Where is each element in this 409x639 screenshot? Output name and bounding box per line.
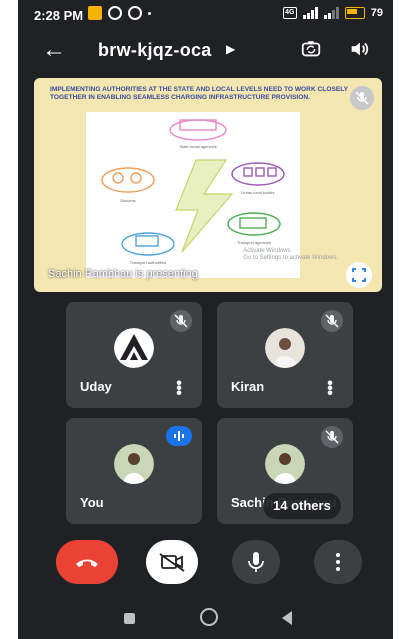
figure-label-bottom-right: Transport agencies [237,240,271,245]
recents-icon[interactable] [124,613,135,624]
caret-right-icon[interactable]: ▶ [226,42,235,56]
call-controls [18,540,393,588]
participant-tile-you[interactable]: You [66,418,202,524]
notification-app-icon [88,6,102,20]
figure-label-left: Discoms [120,198,135,203]
figure-label-right: Urban local bodies [241,190,274,195]
participant-name: Kiran [231,379,265,394]
meet-screen: 2:28 PM 4G 79 ← brw-kjqz-oca ▶ IMPLEMENT… [18,0,393,639]
battery-icon [344,7,365,19]
slide-heading: Implementing authorities at the state an… [50,86,348,101]
figure-label-top: State nodal agencies [179,144,216,149]
meeting-code[interactable]: brw-kjqz-oca [98,40,212,61]
participant-tile-kiran[interactable]: Kiran • • • [217,302,353,408]
system-navigation-bar [18,600,393,639]
presentation-view[interactable]: Implementing authorities at the state an… [34,78,382,292]
activate-windows-watermark: Activate Windows Go to Settings to activ… [243,248,338,262]
more-vert-icon[interactable]: • • • [327,376,333,402]
participant-name: You [80,495,104,510]
figure-label-bottom-left: Transport authorities [130,260,167,265]
meeting-header: ← brw-kjqz-oca ▶ [18,34,393,68]
speaking-indicator-icon [166,426,192,446]
presenter-mic-off-icon [350,86,374,110]
battery-level: 79 [370,7,383,19]
camera-off-button[interactable] [146,540,198,584]
avatar-uday [114,328,154,368]
notification-icons [88,6,151,20]
status-bar: 2:28 PM 4G 79 [18,0,393,30]
end-call-button[interactable] [56,540,118,584]
fullscreen-icon[interactable] [346,262,372,288]
watermark-line2: Go to Settings to activate Windows. [243,255,338,261]
watermark-line1: Activate Windows [243,248,291,254]
avatar-sachin [265,444,305,484]
speaker-icon[interactable] [348,38,370,60]
more-vert-icon[interactable]: • • • [176,376,182,402]
signal-2-icon [323,7,339,19]
presenter-label: Sachin Rambhau is presenting [48,268,198,280]
back-arrow-icon[interactable]: ← [42,36,66,64]
back-icon[interactable] [282,611,292,625]
switch-camera-icon[interactable] [300,38,322,60]
others-count-pill[interactable]: 14 others [263,493,341,519]
participant-name: Uday [80,379,112,394]
signal-icon [302,7,318,19]
avatar-kiran [265,328,305,368]
more-options-button[interactable] [314,540,362,584]
status-time: 2:28 PM [34,8,84,23]
notification-circle-icon [128,6,142,20]
more-notifications-icon [148,11,151,15]
volte-icon: 4G [282,7,297,19]
participant-tile-uday[interactable]: Uday • • • [66,302,202,408]
avatar-you [114,444,154,484]
notification-circle-icon [108,6,122,20]
microphone-button[interactable] [232,540,280,584]
mic-off-icon [170,310,192,332]
mic-off-icon [321,310,343,332]
system-icons: 4G 79 [282,7,383,19]
more-vert-icon [336,567,340,571]
mic-off-icon [321,426,343,448]
home-icon[interactable] [200,608,218,626]
